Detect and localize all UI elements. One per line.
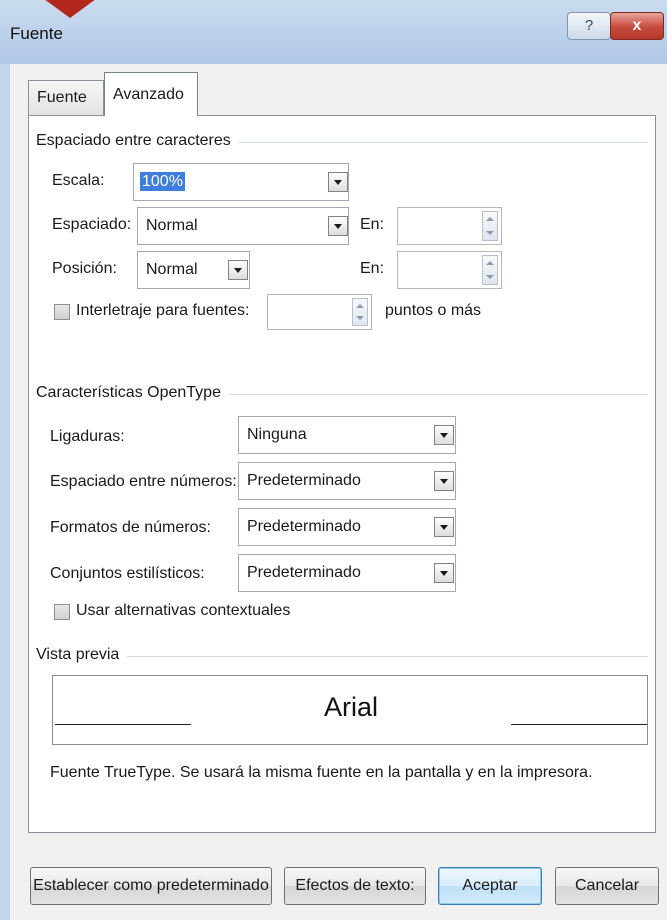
chevron-down-icon[interactable] bbox=[328, 172, 348, 192]
chevron-down-icon[interactable] bbox=[434, 563, 454, 583]
text-effects-button[interactable]: Efectos de texto: bbox=[284, 867, 426, 905]
preview-box: Arial bbox=[52, 675, 648, 745]
tab-fuente[interactable]: Fuente bbox=[28, 80, 104, 116]
stylistic-sets-label: Conjuntos estilísticos: bbox=[50, 565, 205, 582]
set-default-button[interactable]: Establecer como predeterminado bbox=[30, 867, 272, 905]
tab-avanzado[interactable]: Avanzado bbox=[104, 72, 198, 116]
kerning-spinner[interactable] bbox=[267, 294, 372, 330]
spinner-buttons[interactable] bbox=[352, 298, 368, 326]
number-spacing-combo[interactable]: Predeterminado bbox=[238, 462, 456, 500]
spacing-label: Espaciado: bbox=[52, 216, 132, 233]
section-divider bbox=[36, 656, 648, 657]
section-title-opentype: Características OpenType bbox=[36, 384, 229, 402]
preview-description: Fuente TrueType. Se usará la misma fuent… bbox=[50, 764, 593, 781]
ligatures-value: Ninguna bbox=[247, 426, 307, 443]
position-combo[interactable]: Normal bbox=[137, 251, 250, 289]
ok-button[interactable]: Aceptar bbox=[438, 867, 542, 905]
arrow-down-icon bbox=[356, 316, 364, 320]
arrow-down-icon bbox=[486, 231, 494, 235]
preview-baseline-right bbox=[511, 724, 647, 725]
number-forms-combo[interactable]: Predeterminado bbox=[238, 508, 456, 546]
cancel-button[interactable]: Cancelar bbox=[555, 867, 659, 905]
arrow-up-icon bbox=[356, 304, 364, 308]
preview-font-sample: Arial bbox=[323, 692, 378, 722]
section-title-preview: Vista previa bbox=[36, 646, 128, 664]
number-spacing-value: Predeterminado bbox=[247, 472, 361, 489]
spinner-buttons[interactable] bbox=[482, 255, 498, 285]
help-button[interactable]: ? bbox=[567, 12, 611, 40]
stylistic-sets-value: Predeterminado bbox=[247, 564, 361, 581]
position-by-label: En: bbox=[360, 260, 385, 277]
chevron-down-icon[interactable] bbox=[434, 425, 454, 445]
spacing-combo[interactable]: Normal bbox=[137, 207, 349, 245]
chevron-down-icon[interactable] bbox=[328, 216, 348, 236]
position-by-spinner[interactable] bbox=[397, 251, 502, 289]
arrow-down-icon bbox=[486, 275, 494, 279]
chevron-down-icon[interactable] bbox=[434, 471, 454, 491]
spacing-value: Normal bbox=[146, 217, 198, 234]
spacing-by-label: En: bbox=[360, 216, 385, 233]
section-title-spacing: Espaciado entre caracteres bbox=[36, 132, 239, 150]
window-frame bbox=[0, 64, 10, 920]
chevron-down-icon[interactable] bbox=[434, 517, 454, 537]
scale-label: Escala: bbox=[52, 172, 105, 189]
annotation-marker bbox=[40, 0, 100, 18]
number-spacing-label: Espaciado entre números: bbox=[50, 473, 237, 490]
position-label: Posición: bbox=[52, 260, 117, 277]
position-value: Normal bbox=[146, 261, 198, 278]
spinner-buttons[interactable] bbox=[482, 211, 498, 241]
window-title: Fuente bbox=[10, 24, 63, 43]
arrow-up-icon bbox=[486, 217, 494, 221]
kerning-checkbox[interactable] bbox=[54, 304, 70, 320]
kerning-suffix: puntos o más bbox=[385, 302, 482, 319]
contextual-alternates-label: Usar alternativas contextuales bbox=[76, 602, 291, 619]
stylistic-sets-combo[interactable]: Predeterminado bbox=[238, 554, 456, 592]
number-forms-label: Formatos de números: bbox=[50, 519, 211, 536]
contextual-alternates-checkbox[interactable] bbox=[54, 604, 70, 620]
scale-value: 100% bbox=[140, 172, 185, 191]
scale-combo[interactable]: 100% bbox=[133, 163, 349, 201]
spacing-by-spinner[interactable] bbox=[397, 207, 502, 245]
ligatures-label: Ligaduras: bbox=[50, 428, 125, 445]
number-forms-value: Predeterminado bbox=[247, 518, 361, 535]
kerning-label: Interletraje para fuentes: bbox=[76, 302, 250, 319]
close-button[interactable]: x bbox=[610, 12, 664, 40]
chevron-down-icon[interactable] bbox=[228, 260, 248, 280]
ligatures-combo[interactable]: Ninguna bbox=[238, 416, 456, 454]
preview-baseline-left bbox=[55, 724, 191, 725]
arrow-up-icon bbox=[486, 261, 494, 265]
